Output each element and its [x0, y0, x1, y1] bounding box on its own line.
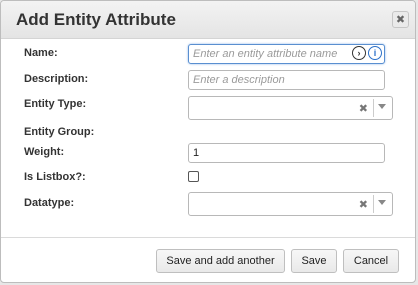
add-entity-attribute-dialog: Add Entity Attribute ✖ Name: Enter an en…	[0, 0, 416, 283]
is-listbox-label: Is Listbox?:	[24, 171, 86, 183]
clear-icon[interactable]: ✖	[359, 102, 368, 115]
weight-label: Weight:	[24, 146, 65, 158]
clear-icon[interactable]: ✖	[359, 198, 368, 211]
name-field-icons: › i	[352, 46, 382, 62]
select-separator	[373, 195, 374, 213]
next-icon[interactable]: ›	[352, 46, 366, 60]
close-icon[interactable]: ✖	[392, 11, 409, 28]
datatype-select[interactable]: ✖	[188, 192, 393, 216]
save-and-add-another-button[interactable]: Save and add another	[156, 249, 285, 273]
chevron-down-icon[interactable]	[378, 200, 386, 205]
select-separator	[373, 99, 374, 117]
info-icon[interactable]: i	[368, 46, 382, 60]
description-placeholder: Enter a description	[193, 74, 285, 86]
datatype-label: Datatype:	[24, 197, 75, 209]
description-label: Description:	[24, 73, 89, 85]
dialog-title: Add Entity Attribute	[16, 10, 176, 29]
is-listbox-checkbox[interactable]	[188, 171, 199, 182]
entity-group-label: Entity Group:	[24, 126, 95, 138]
dialog-header: Add Entity Attribute ✖	[1, 1, 415, 39]
name-placeholder: Enter an entity attribute name	[193, 48, 338, 60]
description-field[interactable]: Enter a description	[188, 70, 385, 90]
save-button[interactable]: Save	[291, 249, 337, 273]
name-field[interactable]: Enter an entity attribute name › i	[188, 44, 385, 64]
footer-divider	[1, 237, 415, 238]
weight-field[interactable]: 1	[188, 143, 385, 163]
chevron-down-icon[interactable]	[378, 104, 386, 109]
cancel-button[interactable]: Cancel	[343, 249, 399, 273]
entity-type-select[interactable]: ✖	[188, 96, 393, 120]
name-label: Name:	[24, 47, 58, 59]
weight-value: 1	[193, 147, 200, 159]
entity-type-label: Entity Type:	[24, 98, 87, 110]
